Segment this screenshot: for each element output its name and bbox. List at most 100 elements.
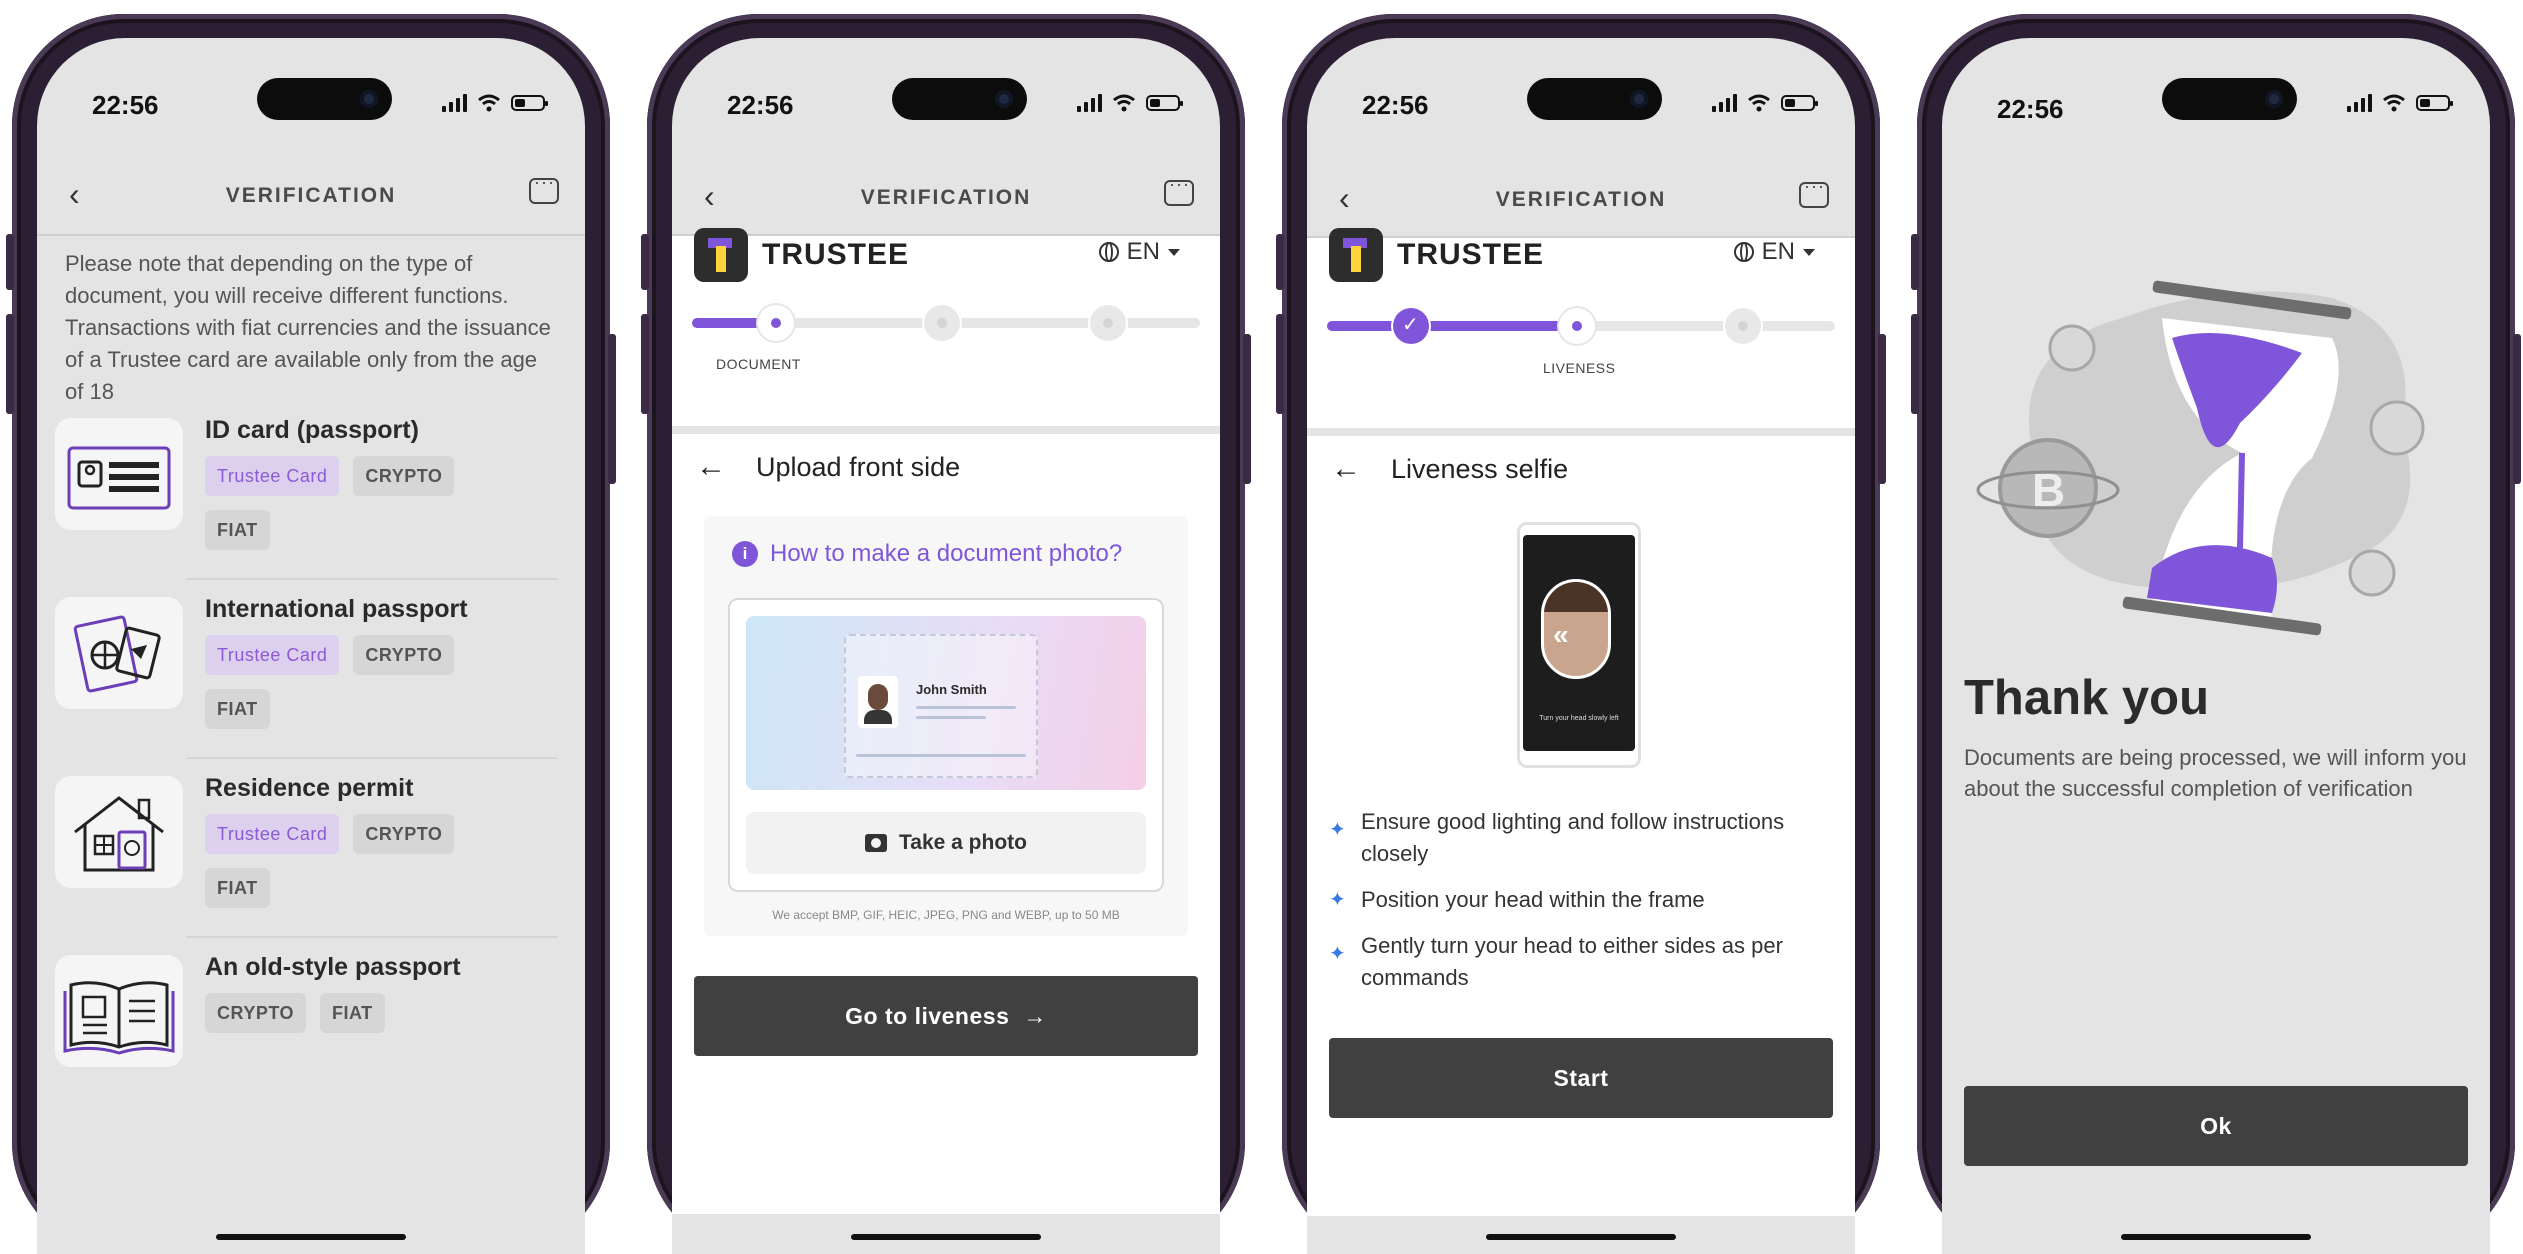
progress-fill (1327, 321, 1579, 331)
globe-icon (1733, 242, 1754, 262)
tag-fiat: FIAT (205, 868, 270, 908)
side-button (1878, 334, 1886, 484)
side-button (608, 334, 616, 484)
step-label: DOCUMENT (716, 356, 801, 372)
howto-text: How to make a document photo? (770, 540, 1123, 567)
document-sample-preview: John Smith (746, 616, 1146, 790)
side-button (1911, 314, 1919, 414)
language-selector[interactable]: EN (1098, 238, 1180, 266)
document-option-old-style-passport[interactable]: An old-style passport CRYPTO FIAT (55, 953, 575, 1123)
chat-icon[interactable] (1799, 176, 1829, 208)
take-photo-button[interactable]: Take a photo (746, 812, 1146, 874)
brand-name: TRUSTEE (762, 238, 910, 271)
start-button[interactable]: Start (1329, 1038, 1833, 1118)
language-code: EN (1761, 238, 1795, 265)
sparkle-icon: ✦ (1329, 943, 1346, 965)
dynamic-island (1527, 78, 1662, 120)
tip-item: ✦ Gently turn your head to either sides a… (1329, 930, 1825, 994)
signal-icon (1712, 94, 1737, 112)
sample-id-card: John Smith (844, 634, 1038, 778)
side-button (6, 234, 14, 290)
camera-icon (1630, 90, 1648, 108)
brand-name: TRUSTEE (1397, 238, 1545, 271)
back-arrow-icon[interactable]: ← (696, 450, 726, 484)
go-to-liveness-button[interactable]: Go to liveness → (694, 976, 1198, 1056)
document-option-residence-permit[interactable]: Residence permit Trustee Card CRYPTO FIA… (55, 774, 575, 944)
divider (187, 578, 557, 580)
step-document (758, 305, 794, 341)
dynamic-island (2162, 78, 2297, 120)
chat-icon[interactable] (1164, 174, 1194, 206)
document-name: ID card (passport) (205, 416, 419, 444)
status-icons (442, 94, 548, 112)
liveness-tips: ✦ Ensure good lighting and follow instruc… (1329, 806, 1825, 1008)
passport-icon (55, 597, 183, 709)
accepted-formats-note: We accept BMP, GIF, HEIC, JPEG, PNG and … (772, 908, 1120, 922)
tag-crypto: CRYPTO (205, 993, 307, 1033)
turn-left-icon: « (1553, 619, 1569, 650)
status-icons (1077, 94, 1183, 112)
tag-crypto: CRYPTO (353, 635, 455, 675)
open-book-icon (55, 955, 183, 1067)
tag-trustee-card: Trustee Card (205, 635, 340, 675)
age-notice: Please note that depending on the type o… (65, 251, 551, 404)
status-time: 22:56 (92, 90, 159, 120)
tip-item: ✦ Position your head within the frame (1329, 884, 1825, 916)
selfie-caption: Turn your head slowly left (1539, 715, 1619, 722)
status-icons (1712, 94, 1818, 112)
document-option-id-card[interactable]: ID card (passport) Trustee Card CRYPTO F… (55, 416, 575, 586)
document-option-international-passport[interactable]: International passport Trustee Card CRYP… (55, 595, 575, 765)
screen-upload-document: 22:56 ‹ VERIFICATION TRUSTEE EN DOC (672, 38, 1220, 1254)
photo-box: John Smith Take a photo (728, 598, 1164, 892)
language-code: EN (1126, 238, 1160, 265)
battery-icon (1146, 95, 1183, 111)
home-indicator[interactable] (851, 1234, 1041, 1240)
battery-icon (2416, 95, 2453, 111)
wifi-icon (1113, 94, 1135, 112)
button-label: Go to liveness (845, 1002, 1010, 1029)
signal-icon (2347, 94, 2372, 112)
step-liveness (1559, 308, 1595, 344)
trustee-logo-icon (1329, 228, 1383, 282)
caret-down-icon (1803, 248, 1815, 256)
camera-icon (2265, 90, 2283, 108)
page-title: VERIFICATION (860, 186, 1032, 209)
step-finish (1725, 308, 1761, 344)
tag-fiat: FIAT (205, 689, 270, 729)
info-icon: i (732, 541, 758, 567)
side-button (641, 234, 649, 290)
tag-fiat: FIAT (205, 510, 270, 550)
phone-frame-2: 22:56 ‹ VERIFICATION TRUSTEE EN DOC (641, 14, 1251, 1254)
chat-icon[interactable] (529, 172, 559, 204)
ok-button[interactable]: Ok (1964, 1086, 2468, 1166)
section-header: ← Liveness selfie (1331, 452, 1568, 486)
tag-fiat: FIAT (320, 993, 385, 1033)
take-photo-label: Take a photo (899, 831, 1027, 854)
brand: TRUSTEE (1329, 228, 1544, 282)
divider (187, 936, 557, 938)
tag-trustee-card: Trustee Card (205, 456, 340, 496)
phone-frame-3: 22:56 ‹ VERIFICATION TRUSTEE EN LIV (1276, 14, 1886, 1254)
home-indicator[interactable] (216, 1234, 406, 1240)
document-name: Residence permit (205, 774, 414, 802)
howto-link[interactable]: i How to make a document photo? (732, 540, 1122, 568)
screen-document-type: 22:56 ‹ VERIFICATION Please note that de… (37, 38, 585, 1254)
camera-icon (995, 90, 1013, 108)
status-time: 22:56 (1997, 94, 2064, 124)
language-selector[interactable]: EN (1733, 238, 1815, 266)
face-preview (1541, 579, 1611, 679)
wifi-icon (2383, 94, 2405, 112)
caret-down-icon (1168, 248, 1180, 256)
hourglass-illustration-icon: B (1976, 280, 2425, 636)
home-indicator[interactable] (2121, 1234, 2311, 1240)
home-indicator[interactable] (1486, 1234, 1676, 1240)
side-button (2513, 334, 2521, 484)
wifi-icon (1748, 94, 1770, 112)
phone-frame-1: 22:56 ‹ VERIFICATION Please note that de… (6, 14, 616, 1254)
thank-you-title: Thank you (1964, 671, 2210, 725)
camera-icon (865, 834, 888, 852)
house-icon (55, 776, 183, 888)
button-label: Ok (2200, 1112, 2232, 1139)
back-arrow-icon[interactable]: ← (1331, 452, 1361, 486)
processing-message: Documents are being processed, we will i… (1964, 745, 2467, 801)
